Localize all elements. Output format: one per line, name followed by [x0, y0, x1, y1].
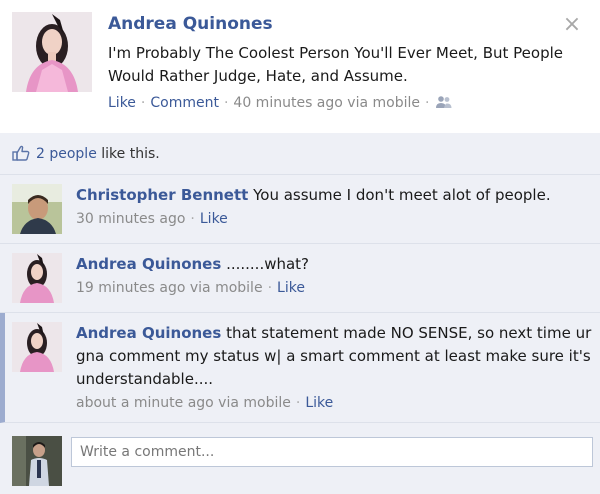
comment-input[interactable]: [71, 437, 593, 467]
commenter-avatar[interactable]: [12, 322, 62, 372]
commenter-avatar[interactable]: [12, 184, 62, 234]
comment-item: Andrea Quinones ........what? 19 minutes…: [0, 244, 600, 313]
author-avatar[interactable]: [12, 12, 92, 92]
comment-text: You assume I don't meet alot of people.: [253, 186, 551, 204]
comment-like-link[interactable]: Like: [277, 280, 305, 296]
close-icon[interactable]: ×: [562, 12, 582, 38]
post-timestamp[interactable]: 40 minutes ago via mobile: [233, 95, 420, 111]
comment-item: Andrea Quinones that statement made NO S…: [0, 313, 600, 423]
likes-suffix: like this.: [96, 146, 160, 162]
comment-meta: 19 minutes ago via mobile · Like: [76, 280, 305, 296]
comment-like-link[interactable]: Like: [305, 395, 333, 411]
comment-author-name[interactable]: Andrea Quinones: [76, 255, 221, 273]
status-post: Andrea Quinones I'm Probably The Coolest…: [0, 0, 600, 133]
comment-timestamp[interactable]: 30 minutes ago: [76, 211, 185, 227]
comment-body: Andrea Quinones ........what?: [76, 253, 596, 276]
likers-link[interactable]: 2 people: [36, 146, 97, 162]
post-like-link[interactable]: Like: [108, 95, 136, 111]
feedback-area: 2 people like this. Christopher Bennett …: [0, 133, 600, 494]
viewer-avatar: [12, 436, 62, 486]
separator: ·: [223, 95, 229, 111]
comment-meta: 30 minutes ago · Like: [76, 211, 228, 227]
comment-author-name[interactable]: Christopher Bennett: [76, 186, 248, 204]
friends-icon[interactable]: [436, 95, 452, 113]
comment-body: Andrea Quinones that statement made NO S…: [76, 322, 596, 391]
post-comment-link[interactable]: Comment: [150, 95, 219, 111]
likes-summary: 2 people like this.: [0, 133, 600, 175]
separator: ·: [424, 95, 430, 111]
comment-text: ........what?: [226, 255, 310, 273]
comment-meta: about a minute ago via mobile · Like: [76, 395, 333, 411]
status-text: I'm Probably The Coolest Person You'll E…: [108, 44, 563, 85]
separator: ·: [190, 211, 195, 227]
comment-like-link[interactable]: Like: [200, 211, 228, 227]
separator: ·: [295, 395, 301, 411]
comment-timestamp[interactable]: about a minute ago via mobile: [76, 395, 291, 411]
comment-composer: [0, 423, 600, 494]
comment-item: Christopher Bennett You assume I don't m…: [0, 175, 600, 244]
post-meta: Like · Comment · 40 minutes ago via mobile ·: [108, 95, 452, 113]
separator: ·: [267, 280, 273, 296]
comment-author-name[interactable]: Andrea Quinones: [76, 324, 221, 342]
comment-timestamp[interactable]: 19 minutes ago via mobile: [76, 280, 263, 296]
separator: ·: [140, 95, 146, 111]
thumbs-up-icon: [12, 145, 30, 165]
commenter-avatar[interactable]: [12, 253, 62, 303]
post-author-name[interactable]: Andrea Quinones: [108, 14, 273, 34]
comment-body: Christopher Bennett You assume I don't m…: [76, 184, 596, 207]
